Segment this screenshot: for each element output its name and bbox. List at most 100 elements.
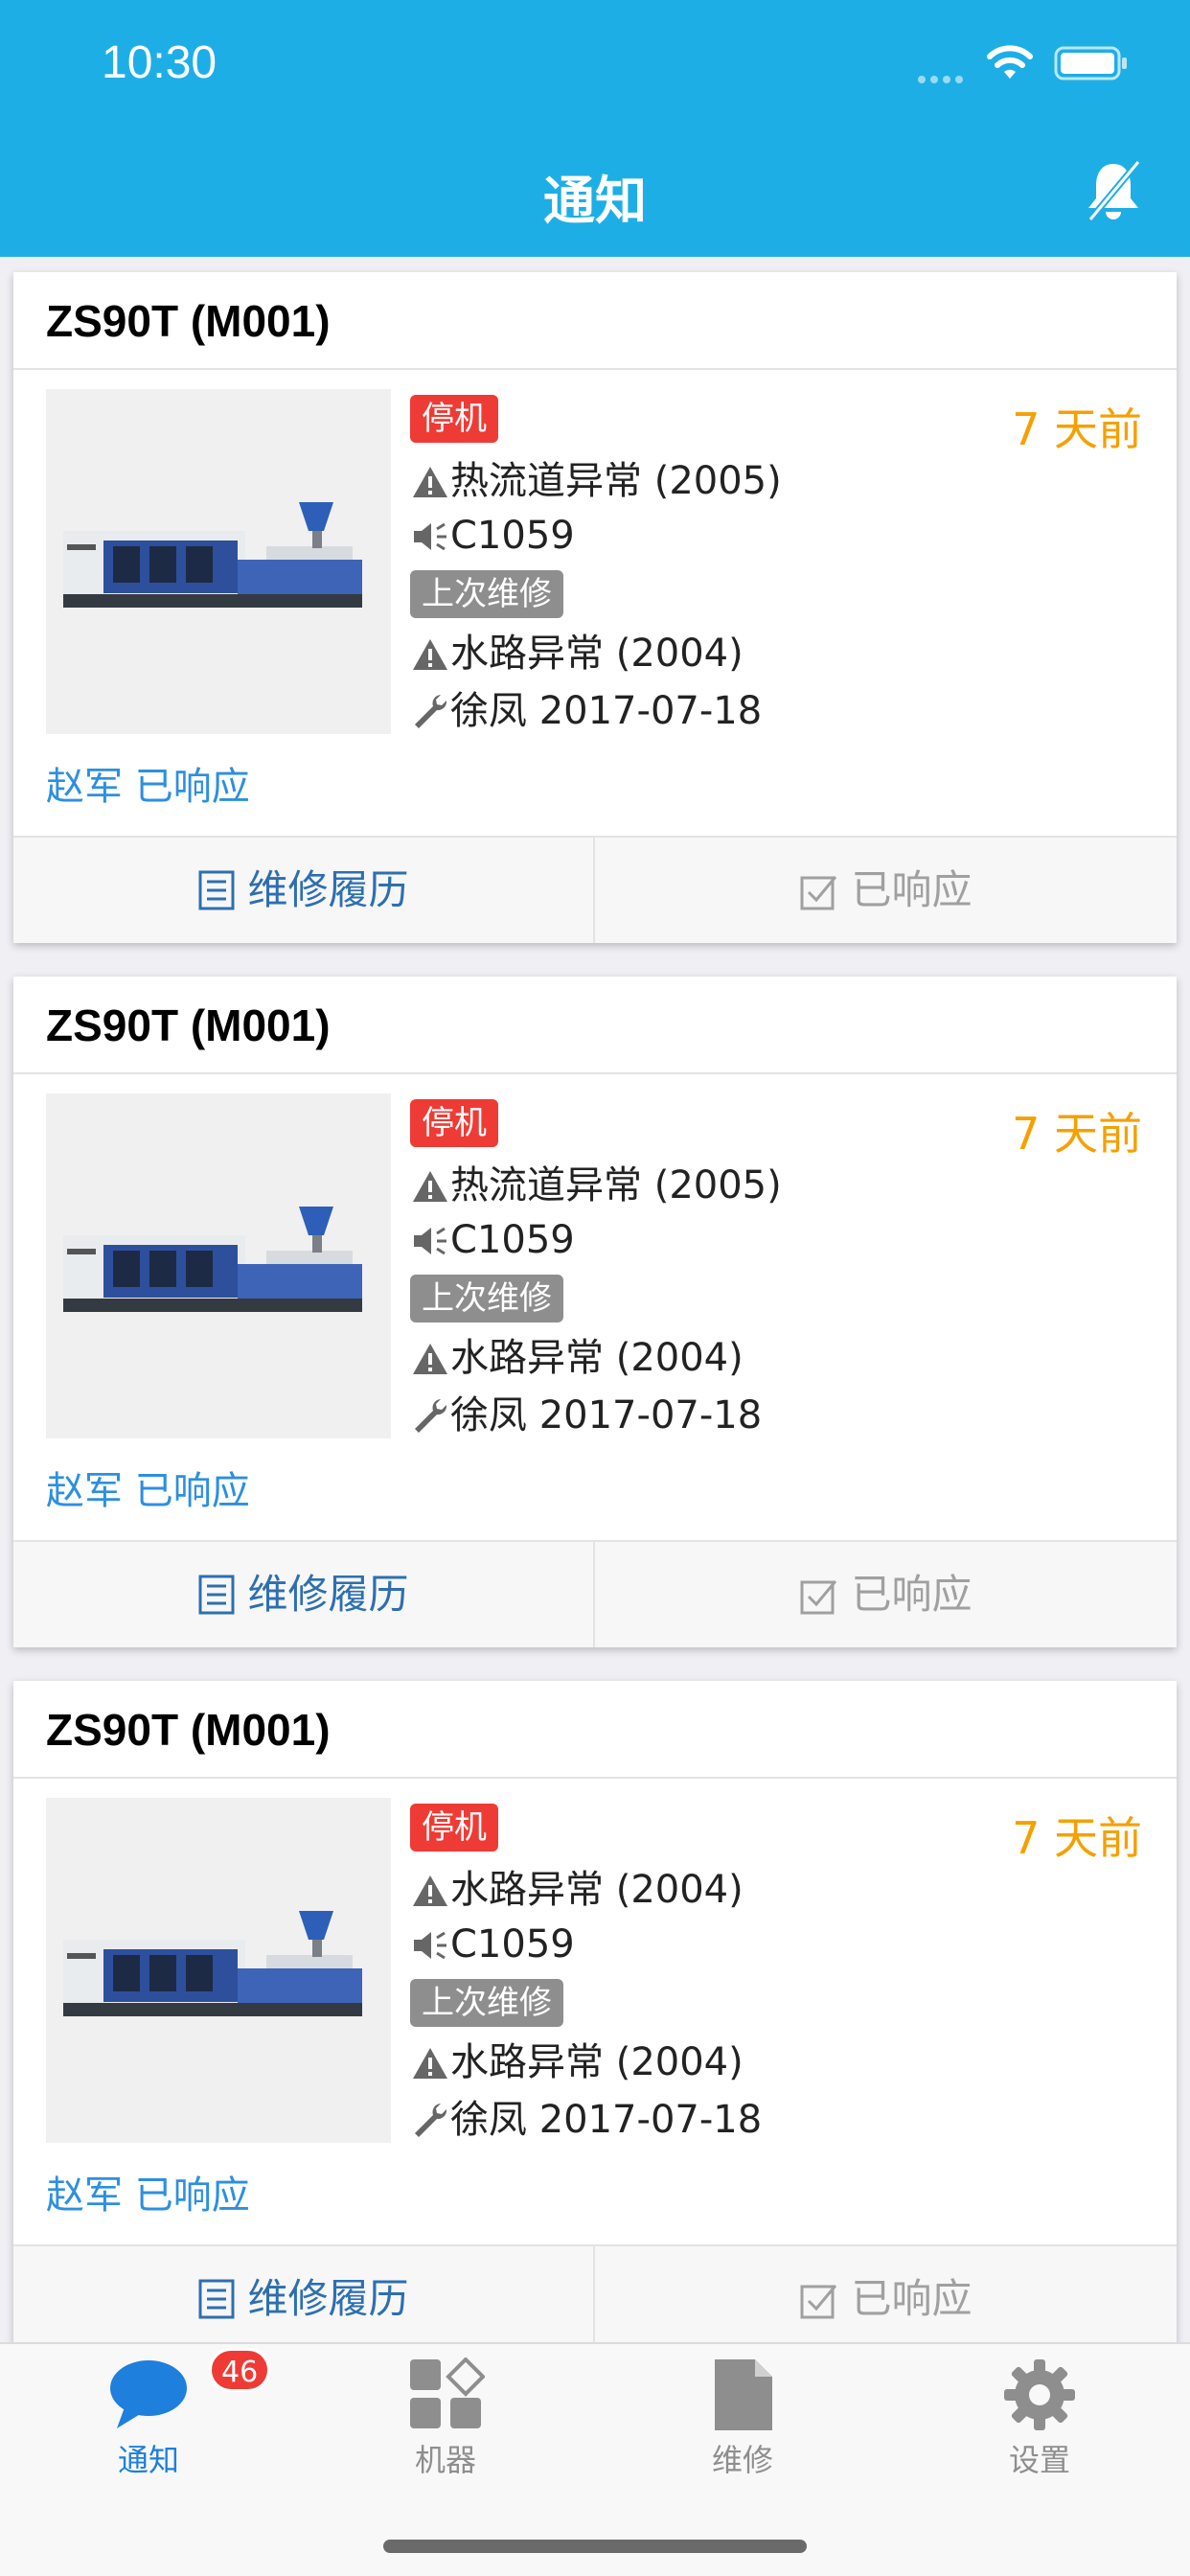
list-document-icon bbox=[198, 870, 235, 910]
last-alarm-text: 水路异常 (2004) bbox=[450, 632, 744, 676]
repair-history-label: 维修履历 bbox=[247, 866, 409, 913]
checkbox-icon bbox=[800, 1580, 837, 1615]
warning-icon bbox=[413, 1171, 447, 1202]
card-actions: 维修履历 已响应 bbox=[13, 2244, 1177, 2352]
alarm-code: C1059 bbox=[450, 1218, 575, 1262]
last-repair-badge: 上次维修 bbox=[410, 1275, 563, 1322]
responded-button[interactable]: 已响应 bbox=[595, 1542, 1177, 1647]
responded-label: 已响应 bbox=[851, 1571, 973, 1618]
status-time: 10:30 bbox=[102, 37, 217, 88]
responder-link[interactable]: 赵军 已响应 bbox=[46, 2164, 250, 2220]
document-icon bbox=[715, 2359, 772, 2430]
notification-card[interactable]: ZS90T (M001) 停机 7 天前 热流道异常 (2005) C1059 … bbox=[13, 272, 1177, 943]
alarm-code: C1059 bbox=[450, 514, 575, 558]
card-actions: 维修履历 已响应 bbox=[13, 836, 1177, 943]
status-badge: 停机 bbox=[410, 1099, 498, 1147]
tab-machines[interactable]: 机器 bbox=[297, 2344, 594, 2507]
last-repair-badge: 上次维修 bbox=[410, 570, 563, 618]
speaker-icon bbox=[414, 1931, 446, 1960]
speaker-icon bbox=[414, 522, 446, 551]
last-alarm-row: 水路异常 (2004) bbox=[410, 1334, 744, 1382]
warning-icon bbox=[413, 2048, 447, 2079]
checkbox-icon bbox=[800, 876, 837, 910]
time-ago: 7 天前 bbox=[1012, 1812, 1142, 1864]
code-row: C1059 bbox=[410, 1920, 575, 1968]
status-badge: 停机 bbox=[410, 1804, 498, 1852]
card-actions: 维修履历 已响应 bbox=[13, 1540, 1177, 1647]
list-document-icon bbox=[198, 1575, 235, 1615]
checkbox-icon bbox=[800, 2285, 837, 2319]
last-alarm-text: 水路异常 (2004) bbox=[450, 2040, 744, 2084]
warning-icon bbox=[413, 467, 447, 497]
page-title: 通知 bbox=[543, 171, 647, 231]
warning-icon bbox=[413, 1344, 447, 1374]
machine-image bbox=[46, 1093, 391, 1438]
nav-header: 10:30 通知 bbox=[0, 0, 1190, 257]
alarm-row: 热流道异常 (2005) bbox=[410, 457, 782, 505]
time-ago: 7 天前 bbox=[1012, 403, 1142, 455]
code-row: C1059 bbox=[410, 1216, 575, 1264]
alarm-row: 热流道异常 (2005) bbox=[410, 1162, 782, 1209]
repairer-text: 徐凤 2017-07-18 bbox=[450, 689, 763, 733]
wrench-icon bbox=[415, 1399, 447, 1433]
alarm-code: C1059 bbox=[450, 1922, 575, 1966]
machine-image bbox=[46, 1798, 391, 2143]
chat-bubble-icon bbox=[110, 2360, 187, 2428]
notification-card[interactable]: ZS90T (M001) 停机 7 天前 水路异常 (2004) C1059 上… bbox=[13, 1681, 1177, 2352]
repairer-row: 徐凤 2017-07-18 bbox=[410, 1392, 762, 1439]
tab-notifications[interactable]: 46 通知 bbox=[0, 2344, 297, 2507]
battery-icon bbox=[1054, 46, 1127, 80]
repair-history-button[interactable]: 维修履历 bbox=[13, 838, 595, 943]
alarm-text: 热流道异常 (2005) bbox=[450, 459, 782, 503]
machine-title: ZS90T (M001) bbox=[13, 272, 1177, 370]
tab-label: 机器 bbox=[414, 2442, 476, 2478]
machine-title: ZS90T (M001) bbox=[13, 1681, 1177, 1779]
repair-history-button[interactable]: 维修履历 bbox=[13, 2246, 595, 2352]
tab-bar: 46 通知 机器 维修 设置 bbox=[0, 2342, 1190, 2576]
repairer-text: 徐凤 2017-07-18 bbox=[450, 2098, 763, 2142]
responder-link[interactable]: 赵军 已响应 bbox=[46, 1460, 250, 1515]
wifi-icon bbox=[987, 45, 1033, 79]
responded-button[interactable]: 已响应 bbox=[595, 838, 1177, 943]
machine-image bbox=[46, 389, 391, 734]
wrench-icon bbox=[415, 2104, 447, 2137]
last-repair-badge: 上次维修 bbox=[410, 1979, 563, 2027]
alarm-row: 水路异常 (2004) bbox=[410, 1866, 744, 1914]
notification-mute-icon[interactable] bbox=[1085, 158, 1142, 225]
repairer-text: 徐凤 2017-07-18 bbox=[450, 1393, 763, 1438]
repairer-row: 徐凤 2017-07-18 bbox=[410, 2096, 762, 2144]
tab-label: 设置 bbox=[1008, 2442, 1070, 2478]
responded-label: 已响应 bbox=[851, 866, 973, 913]
last-alarm-text: 水路异常 (2004) bbox=[450, 1336, 744, 1380]
grid-icon bbox=[410, 2358, 485, 2428]
status-badge: 停机 bbox=[410, 395, 498, 443]
speaker-icon bbox=[414, 1227, 446, 1255]
tab-label: 通知 bbox=[117, 2442, 179, 2478]
repair-history-label: 维修履历 bbox=[247, 1571, 409, 1618]
responder-link[interactable]: 赵军 已响应 bbox=[46, 755, 250, 811]
cellular-signal-icon bbox=[918, 69, 968, 87]
warning-icon bbox=[413, 1875, 447, 1906]
responded-label: 已响应 bbox=[851, 2275, 973, 2322]
notification-card[interactable]: ZS90T (M001) 停机 7 天前 热流道异常 (2005) C1059 … bbox=[13, 977, 1177, 1647]
repairer-row: 徐凤 2017-07-18 bbox=[410, 687, 762, 735]
responded-button[interactable]: 已响应 bbox=[595, 2246, 1177, 2352]
alarm-text: 水路异常 (2004) bbox=[450, 1868, 744, 1912]
code-row: C1059 bbox=[410, 512, 575, 560]
repair-history-label: 维修履历 bbox=[247, 2275, 409, 2322]
tab-repair[interactable]: 维修 bbox=[594, 2344, 891, 2507]
last-alarm-row: 水路异常 (2004) bbox=[410, 2038, 744, 2086]
time-ago: 7 天前 bbox=[1012, 1108, 1142, 1160]
tab-label: 维修 bbox=[711, 2442, 773, 2478]
repair-history-button[interactable]: 维修履历 bbox=[13, 1542, 595, 1647]
machine-title: ZS90T (M001) bbox=[13, 977, 1177, 1074]
list-document-icon bbox=[198, 2279, 235, 2319]
wrench-icon bbox=[415, 695, 447, 728]
home-indicator[interactable] bbox=[383, 2540, 807, 2553]
warning-icon bbox=[413, 639, 447, 670]
last-alarm-row: 水路异常 (2004) bbox=[410, 630, 744, 678]
alarm-text: 热流道异常 (2005) bbox=[450, 1163, 782, 1208]
unread-count-badge: 46 bbox=[209, 2348, 271, 2392]
tab-settings[interactable]: 设置 bbox=[891, 2344, 1188, 2507]
gear-icon bbox=[1004, 2359, 1075, 2430]
